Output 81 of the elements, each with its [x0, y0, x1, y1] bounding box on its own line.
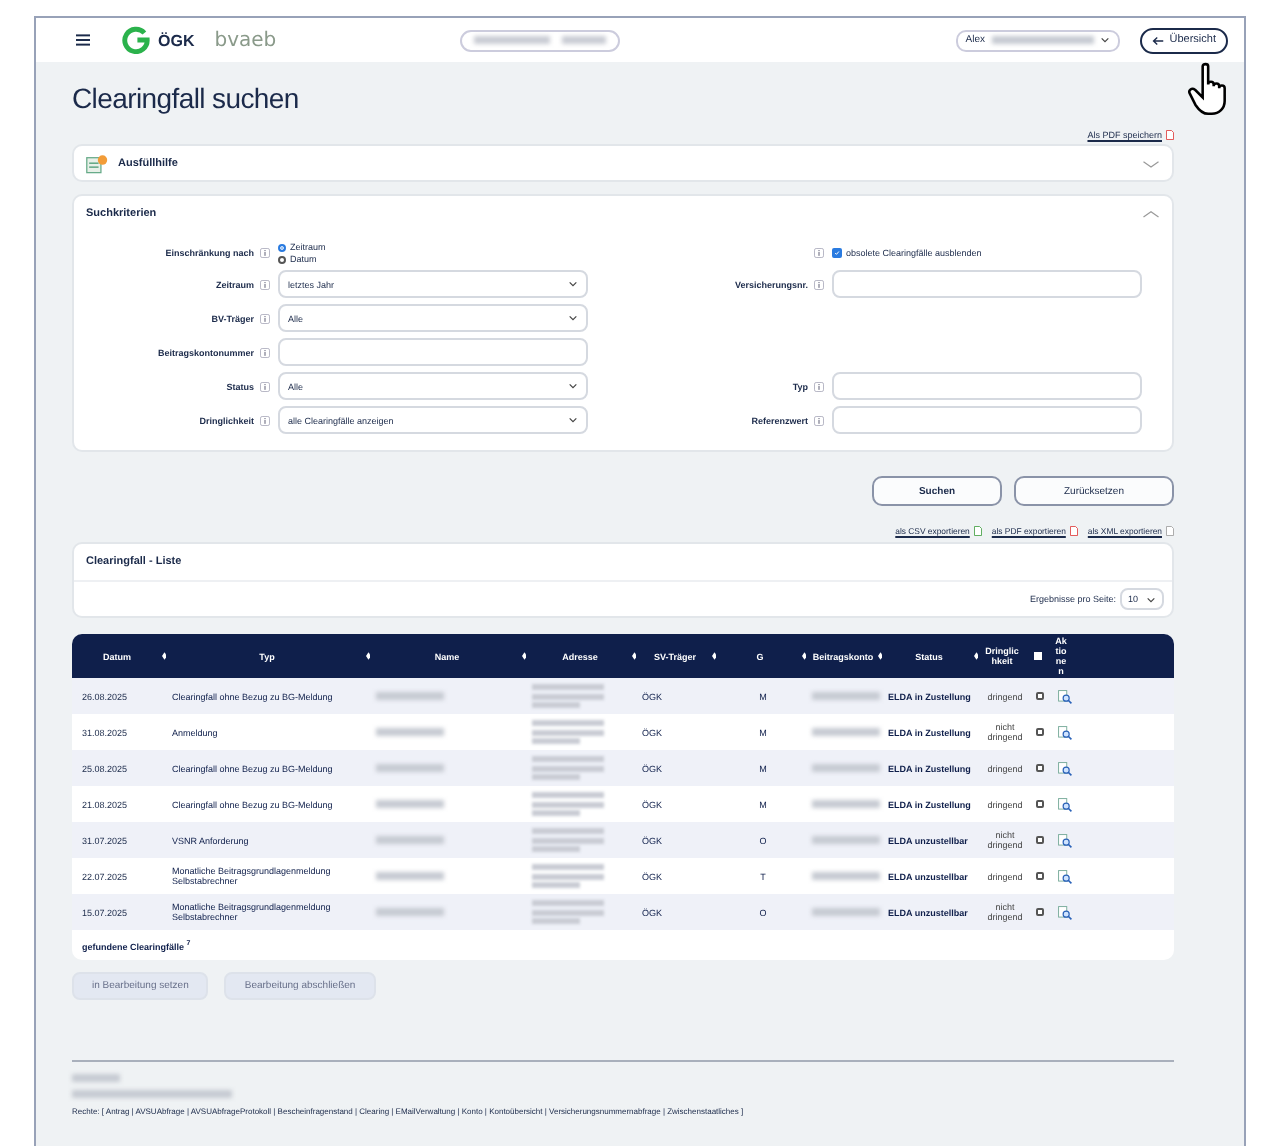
redacted-text	[376, 908, 444, 916]
page-title: Clearingfall suchen	[72, 82, 301, 114]
input-field[interactable]	[832, 270, 1142, 298]
redacted-text	[532, 900, 604, 924]
sort-icon	[161, 652, 166, 660]
redacted-text	[812, 908, 880, 916]
redacted-text	[532, 756, 604, 780]
redacted-text	[812, 800, 880, 808]
input-field[interactable]	[832, 372, 1142, 400]
redacted-text	[376, 692, 444, 700]
brand-logo-text: bvaeb	[214, 29, 277, 51]
back-arrow-icon	[1151, 35, 1164, 45]
info-icon[interactable]	[260, 313, 270, 323]
file-icon	[1069, 526, 1078, 536]
redacted-text	[812, 836, 880, 844]
logo-icon	[122, 26, 150, 54]
checkbox[interactable]	[832, 248, 842, 258]
sort-icon	[711, 652, 716, 660]
info-icon[interactable]	[260, 248, 270, 258]
info-icon[interactable]	[814, 279, 824, 289]
row-checkbox[interactable]	[1035, 691, 1045, 701]
row-checkbox[interactable]	[1035, 907, 1045, 917]
redacted-text	[812, 728, 880, 736]
redacted-text	[532, 828, 604, 852]
redacted-text	[376, 872, 444, 880]
search-document-icon[interactable]	[1057, 869, 1071, 883]
input-field[interactable]	[278, 338, 588, 366]
info-icon[interactable]	[814, 415, 824, 425]
redacted-text	[532, 864, 604, 888]
redacted-text	[812, 692, 880, 700]
redacted-text	[376, 764, 444, 772]
search-document-icon[interactable]	[1057, 797, 1071, 811]
radio-button[interactable]	[278, 255, 286, 263]
row-checkbox[interactable]	[1035, 727, 1045, 737]
sort-icon	[365, 652, 370, 660]
input-field[interactable]	[832, 406, 1142, 434]
info-icon[interactable]	[260, 415, 270, 425]
search-document-icon[interactable]	[1057, 689, 1071, 703]
row-checkbox[interactable]	[1035, 763, 1045, 773]
info-icon[interactable]	[814, 381, 824, 391]
sort-icon	[801, 652, 806, 660]
sort-icon	[877, 652, 882, 660]
redacted-text	[376, 836, 444, 844]
caret-icon	[568, 280, 578, 288]
caret-icon	[568, 416, 578, 424]
redacted-text	[532, 792, 604, 816]
row-checkbox[interactable]	[1035, 799, 1045, 809]
row-checkbox[interactable]	[1035, 871, 1045, 881]
redacted-text	[376, 800, 444, 808]
sort-icon	[631, 652, 636, 660]
select-all-checkbox[interactable]	[1034, 651, 1042, 659]
info-icon[interactable]	[260, 279, 270, 289]
file-icon	[1166, 526, 1174, 536]
row-checkbox[interactable]	[1035, 835, 1045, 845]
search-document-icon[interactable]	[1057, 761, 1071, 775]
redacted-text	[532, 720, 604, 744]
form-help-icon	[86, 153, 108, 173]
info-icon[interactable]	[814, 248, 824, 258]
info-icon[interactable]	[260, 347, 270, 357]
caret-icon	[1099, 36, 1110, 44]
chevron-icon[interactable]	[1142, 210, 1160, 218]
caret-icon	[568, 382, 578, 390]
chevron-icon[interactable]	[1142, 159, 1160, 167]
caret-icon	[568, 314, 578, 322]
file-icon	[973, 526, 982, 536]
logo-text: ÖGK	[158, 31, 195, 49]
sort-icon	[521, 652, 526, 660]
pdf-file-icon	[1166, 130, 1174, 140]
menu-icon[interactable]	[76, 34, 90, 46]
caret-icon	[1146, 595, 1157, 603]
redacted-text	[376, 728, 444, 736]
sort-icon	[973, 652, 978, 660]
redacted-text	[72, 1073, 120, 1081]
redacted-text	[812, 764, 880, 772]
radio-button[interactable]	[278, 243, 286, 251]
search-document-icon[interactable]	[1057, 905, 1071, 919]
info-icon[interactable]	[260, 381, 270, 391]
search-document-icon[interactable]	[1057, 833, 1071, 847]
redacted-text	[812, 872, 880, 880]
redacted-text	[532, 684, 604, 708]
search-document-icon[interactable]	[1057, 725, 1071, 739]
